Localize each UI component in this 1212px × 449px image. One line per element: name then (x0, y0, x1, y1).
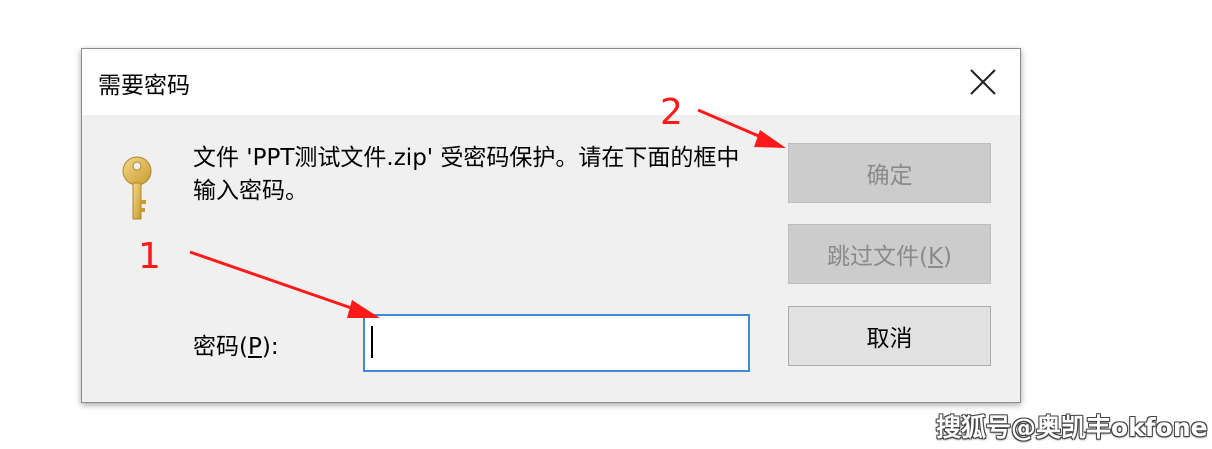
annotation-arrows (189, 108, 786, 318)
annotation-arrow-1 (189, 250, 380, 318)
annotation-arrow-2 (697, 108, 786, 148)
watermark: 搜狐号@奥凯丰okfone (936, 413, 1208, 442)
